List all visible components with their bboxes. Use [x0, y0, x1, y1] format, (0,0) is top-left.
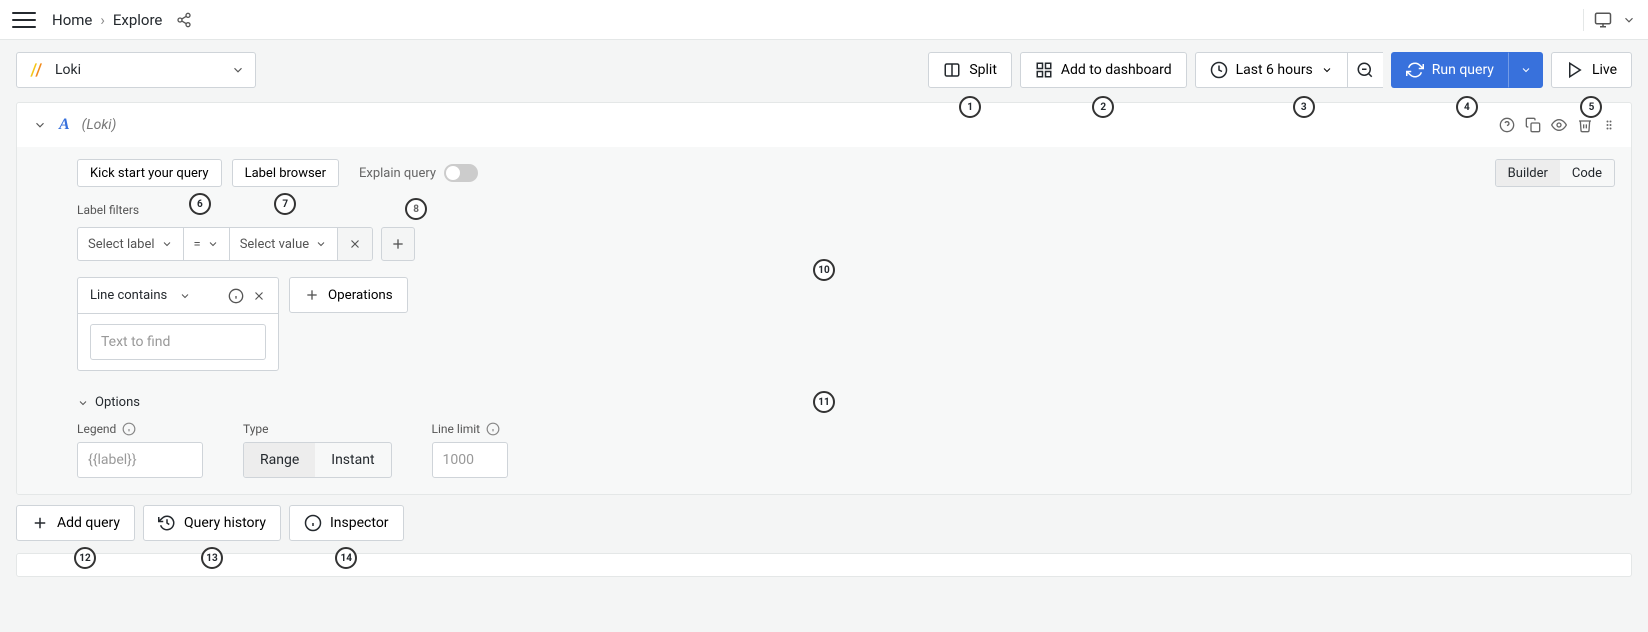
query-header-actions	[1499, 117, 1615, 133]
type-instant[interactable]: Instant	[315, 443, 390, 477]
result-panel	[16, 553, 1632, 577]
chevron-down-icon	[77, 397, 89, 409]
select-label-dropdown[interactable]: Select label	[78, 228, 184, 260]
breadcrumbs: Home › Explore	[52, 11, 162, 29]
close-icon	[348, 237, 362, 251]
menu-toggle[interactable]	[12, 8, 36, 32]
clock-icon	[1210, 61, 1228, 79]
play-icon	[1566, 61, 1584, 79]
run-query-dropdown[interactable]	[1509, 52, 1543, 88]
kickstart-query-button[interactable]: Kick start your query	[77, 159, 222, 187]
explain-toggle[interactable]	[444, 164, 478, 182]
query-type-toggle: Range Instant	[243, 442, 392, 478]
time-range-picker[interactable]: Last 6 hours	[1195, 52, 1347, 88]
operations-button[interactable]: Operations	[289, 277, 408, 313]
datasource-picker[interactable]: Loki	[16, 52, 256, 88]
run-query-button[interactable]: Run query	[1391, 52, 1509, 88]
options-toggle[interactable]: Options	[77, 387, 1615, 422]
line-limit-input[interactable]	[432, 442, 508, 478]
line-contains-label: Line contains	[90, 288, 167, 303]
type-label: Type	[243, 422, 392, 436]
refresh-icon	[1406, 61, 1424, 79]
legend-label: Legend	[77, 422, 203, 436]
remove-filter-button[interactable]	[338, 228, 372, 260]
chevron-down-icon[interactable]	[179, 290, 191, 302]
query-history-button[interactable]: Query history	[143, 505, 281, 541]
chevron-down-icon	[231, 63, 245, 77]
type-range[interactable]: Range	[244, 443, 315, 477]
explore-toolbar: Loki Split 1 Add to dashboard 2 Last 6 h…	[16, 52, 1632, 88]
drag-handle-icon[interactable]	[1603, 117, 1615, 133]
chevron-down-icon	[207, 238, 219, 250]
split-button[interactable]: Split	[928, 52, 1012, 88]
divider	[1583, 9, 1584, 31]
trash-icon[interactable]	[1577, 117, 1593, 133]
label-filters-title: Label filters	[17, 199, 1631, 227]
grid-icon	[1035, 61, 1053, 79]
chevron-down-icon	[1520, 64, 1532, 76]
operator-dropdown[interactable]: =	[184, 228, 230, 260]
query-ds-hint: (Loki)	[82, 117, 117, 133]
help-icon[interactable]	[1499, 117, 1515, 133]
chevron-down-icon	[315, 238, 327, 250]
text-to-find-input[interactable]	[90, 324, 266, 360]
add-to-dashboard-button[interactable]: Add to dashboard	[1020, 52, 1187, 88]
chevron-right-icon: ›	[100, 11, 105, 29]
label-filter-row: Select label = Select value	[17, 227, 1631, 277]
datasource-name: Loki	[55, 62, 81, 78]
bottom-actions: Add query 12 Query history 13 Inspector …	[16, 505, 1632, 541]
zoom-out-icon	[1356, 61, 1374, 79]
line-contains-box: Line contains	[77, 277, 279, 371]
split-icon	[943, 61, 961, 79]
top-bar: Home › Explore	[0, 0, 1648, 40]
legend-input[interactable]	[77, 442, 203, 478]
eye-icon[interactable]	[1551, 117, 1567, 133]
plus-icon	[390, 236, 406, 252]
info-icon[interactable]	[486, 422, 500, 436]
chevron-down-icon[interactable]	[1622, 13, 1636, 27]
query-panel: A (Loki) Kick start your query 6 Label b…	[16, 102, 1632, 495]
explore-main: Loki Split 1 Add to dashboard 2 Last 6 h…	[0, 40, 1648, 632]
builder-mode[interactable]: Builder	[1496, 160, 1560, 186]
chevron-down-icon	[161, 238, 173, 250]
chevron-down-icon	[1321, 64, 1333, 76]
breadcrumb-home[interactable]: Home	[52, 11, 92, 29]
code-mode[interactable]: Code	[1560, 160, 1614, 186]
editor-mode-toggle: Builder Code 9	[1495, 159, 1615, 187]
query-header: A (Loki)	[17, 103, 1631, 147]
copy-icon[interactable]	[1525, 117, 1541, 133]
time-range-group: Last 6 hours 3	[1195, 52, 1383, 88]
monitor-icon[interactable]	[1594, 11, 1612, 29]
select-value-dropdown[interactable]: Select value	[230, 228, 338, 260]
options-block: Options 11 Legend Type Range	[17, 387, 1631, 494]
inspector-button[interactable]: Inspector	[289, 505, 404, 541]
plus-icon	[304, 287, 320, 303]
info-icon[interactable]	[228, 288, 244, 304]
label-filter-segment: Select label = Select value	[77, 227, 373, 261]
live-button[interactable]: Live	[1551, 52, 1632, 88]
share-icon[interactable]	[176, 12, 192, 28]
plus-icon	[31, 514, 49, 532]
loki-logo-icon	[27, 60, 47, 80]
info-icon[interactable]	[122, 422, 136, 436]
explain-query-toggle: Explain query 8	[359, 164, 478, 182]
line-limit-label: Line limit	[432, 422, 508, 436]
query-letter: A	[59, 116, 70, 134]
close-icon[interactable]	[252, 289, 266, 303]
collapse-toggle[interactable]	[33, 118, 47, 132]
zoom-out-button[interactable]	[1347, 52, 1383, 88]
breadcrumb-explore[interactable]: Explore	[113, 11, 163, 29]
add-query-button[interactable]: Add query	[16, 505, 135, 541]
info-icon	[304, 514, 322, 532]
add-filter-button[interactable]	[381, 227, 415, 261]
history-icon	[158, 514, 176, 532]
label-browser-button[interactable]: Label browser	[232, 159, 339, 187]
